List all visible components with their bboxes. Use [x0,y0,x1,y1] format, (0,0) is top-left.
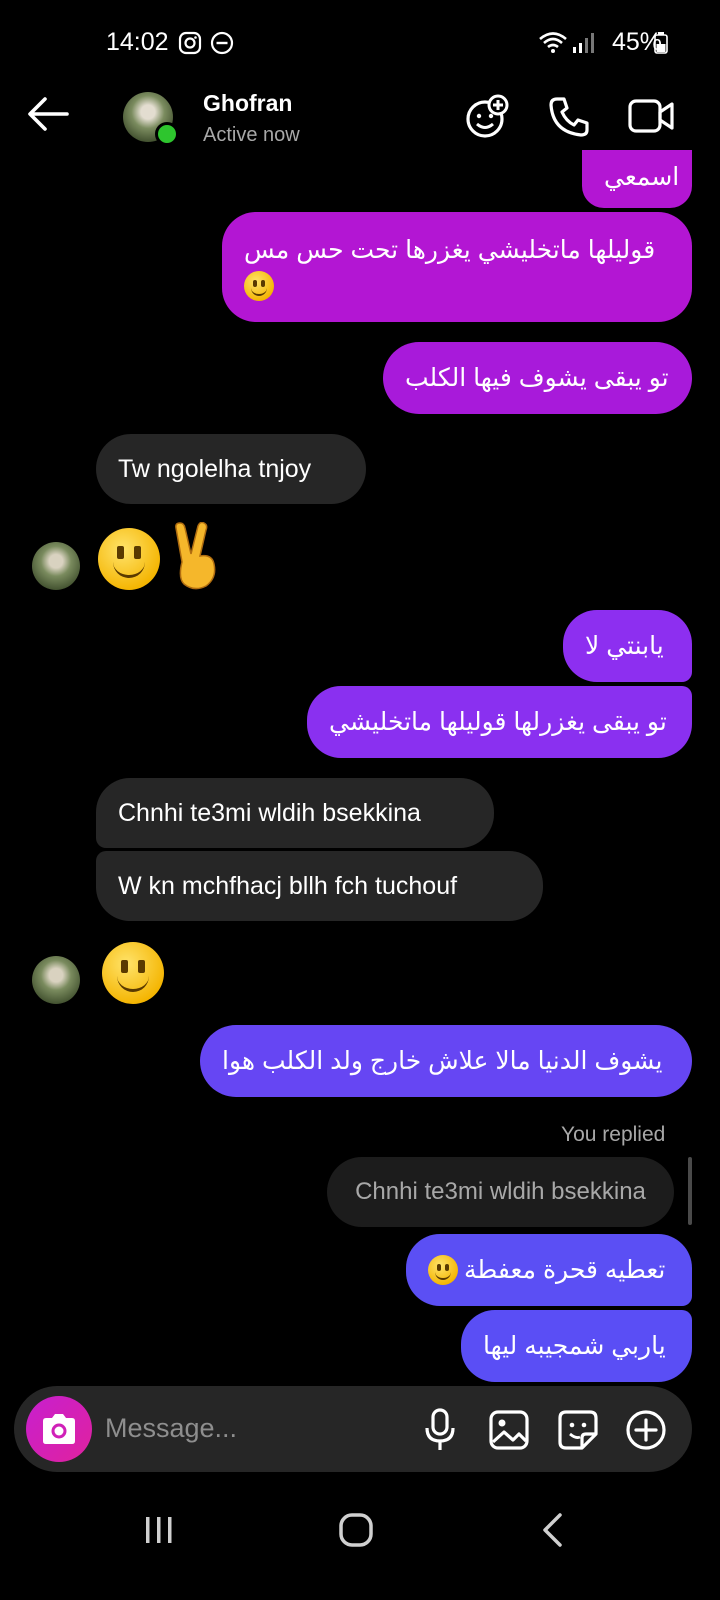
wifi-icon [538,30,568,54]
back-arrow-icon[interactable] [27,96,69,132]
microphone-icon[interactable] [424,1408,456,1452]
message-input[interactable]: Message... [105,1413,237,1444]
message-outgoing[interactable]: تو يبقى يشوف فيها الكلب [383,342,692,414]
reply-label: You replied [561,1123,666,1146]
message-text: W kn mchfhacj bllh fch tuchouf [118,872,458,900]
message-text: Tw ngolelha tnjoy [118,455,312,483]
gallery-icon[interactable] [489,1410,529,1450]
add-circle-icon[interactable] [625,1409,667,1451]
message-incoming[interactable]: W kn mchfhacj bllh fch tuchouf [96,851,543,921]
message-text: قوليلها ماتخليشي يغزرها تحت حس مس [244,236,656,264]
message-incoming[interactable]: Tw ngolelha tnjoy [96,434,366,504]
message-text: يابنتي لا [585,632,664,660]
smiling-face-emoji-icon [98,528,160,590]
contact-name[interactable]: Ghofran [203,90,292,117]
sticker-icon[interactable] [558,1410,598,1450]
reply-quote-text: Chnhi te3mi wldih bsekkina [355,1178,646,1205]
message-text: تو يبقى يشوف فيها الكلب [405,364,669,392]
message-outgoing[interactable]: ياربي شمجيبه ليها [461,1310,692,1382]
message-outgoing[interactable]: اسمعي [582,150,692,208]
message-text: اسمعي [604,163,680,191]
smiling-face-emoji-icon [102,942,164,1004]
status-bar: 14:02 45% [0,0,720,80]
smiling-face-emoji-icon [428,1255,458,1285]
video-call-icon[interactable] [628,98,674,134]
camera-button[interactable] [26,1396,92,1462]
reply-quote-bar [688,1157,692,1225]
message-outgoing[interactable]: قوليلها ماتخليشي يغزرها تحت حس مس [222,212,692,322]
message-outgoing[interactable]: يشوف الدنيا مالا علاش خارج ولد الكلب هوا [200,1025,692,1097]
message-outgoing[interactable]: يابنتي لا [563,610,692,682]
victory-hand-emoji-icon [170,522,220,590]
message-composer: Message... [14,1386,692,1472]
instagram-notification-icon [178,31,202,55]
smiling-face-emoji-icon [244,271,274,301]
message-incoming[interactable]: Chnhi te3mi wldih bsekkina [96,778,494,848]
message-text: يشوف الدنيا مالا علاش خارج ولد الكلب هوا [222,1047,663,1075]
battery-icon [654,32,668,54]
online-indicator [155,122,179,146]
camera-icon [40,1412,78,1446]
message-text: Chnhi te3mi wldih bsekkina [118,799,421,827]
system-navigation-bar [0,1490,720,1600]
reply-quote[interactable]: Chnhi te3mi wldih bsekkina [327,1157,674,1227]
voice-call-icon[interactable] [548,96,590,138]
sender-avatar[interactable] [32,956,80,1004]
message-text: تعطيه قحرة معفطة [464,1256,666,1284]
message-text: ياربي شمجيبه ليها [483,1332,666,1360]
do-not-disturb-icon [210,31,234,55]
recent-apps-icon[interactable] [144,1515,174,1545]
message-emoji-reaction[interactable] [98,528,160,590]
message-text: تو يبقى يغزرلها قوليلها ماتخليشي [329,708,667,736]
home-icon[interactable] [338,1512,374,1548]
contact-status: Active now [203,124,300,146]
message-emoji-reaction[interactable] [102,942,164,1004]
sender-avatar[interactable] [32,542,80,590]
status-time: 14:02 [106,28,169,56]
effects-face-icon[interactable] [464,94,510,140]
message-outgoing[interactable]: تو يبقى يغزرلها قوليلها ماتخليشي [307,686,692,758]
signal-icon [572,32,594,54]
message-outgoing[interactable]: تعطيه قحرة معفطة [406,1234,692,1306]
back-nav-icon[interactable] [540,1512,564,1548]
